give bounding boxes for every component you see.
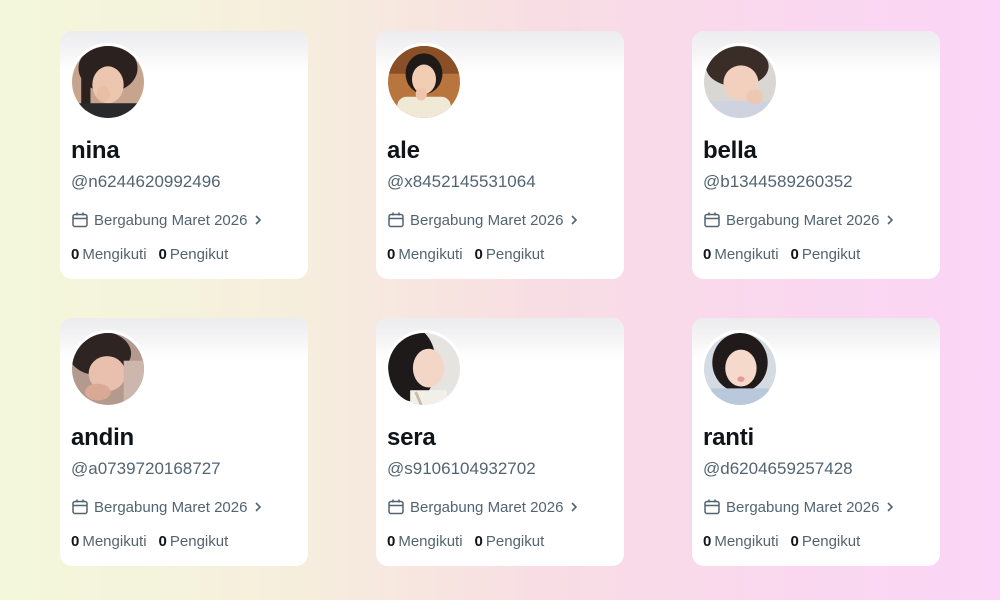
chevron-right-icon: [571, 502, 578, 512]
profile-handle: @n6244620992496: [71, 172, 221, 191]
followers-count: 0: [790, 533, 799, 550]
following-count: 0: [71, 533, 80, 550]
profile-card[interactable]: sera @s9106104932702 Bergabung Maret 202…: [376, 318, 624, 566]
joined-date-label: Bergabung Maret 2026: [410, 211, 564, 229]
profile-name[interactable]: ranti: [703, 424, 754, 452]
followers-label: Pengikut: [169, 533, 229, 550]
following-count: 0: [387, 246, 396, 263]
followers-count: 0: [158, 246, 167, 263]
calendar-icon: [72, 212, 88, 228]
joined-date-link[interactable]: Bergabung Maret 2026: [703, 211, 896, 229]
followers-label: Pengikut: [169, 246, 229, 263]
followers-stat[interactable]: 0 Pengikut: [159, 533, 229, 550]
profile-card[interactable]: ale @x8452145531064 Bergabung Maret 2026…: [376, 31, 624, 279]
followers-label: Pengikut: [801, 246, 861, 263]
followers-count: 0: [474, 533, 483, 550]
joined-date-label: Bergabung Maret 2026: [726, 498, 880, 516]
follow-stats: 0 Mengikuti 0 Pengikut: [71, 533, 228, 550]
follow-stats: 0 Mengikuti 0 Pengikut: [703, 533, 860, 550]
profile-card[interactable]: nina @n6244620992496 Bergabung Maret 202…: [60, 31, 308, 279]
profile-handle: @s9106104932702: [387, 459, 536, 478]
joined-date-link[interactable]: Bergabung Maret 2026: [71, 211, 264, 229]
joined-date-link[interactable]: Bergabung Maret 2026: [71, 498, 264, 516]
avatar[interactable]: [385, 43, 463, 121]
follow-stats: 0 Mengikuti 0 Pengikut: [387, 533, 544, 550]
joined-date-link[interactable]: Bergabung Maret 2026: [703, 498, 896, 516]
profile-card[interactable]: andin @a0739720168727 Bergabung Maret 20…: [60, 318, 308, 566]
following-stat[interactable]: 0 Mengikuti: [71, 533, 147, 550]
joined-date-label: Bergabung Maret 2026: [94, 498, 248, 516]
joined-date-link[interactable]: Bergabung Maret 2026: [387, 498, 580, 516]
followers-label: Pengikut: [801, 533, 861, 550]
follow-stats: 0 Mengikuti 0 Pengikut: [387, 246, 544, 263]
following-label: Mengikuti: [398, 533, 463, 550]
profile-name[interactable]: nina: [71, 137, 120, 165]
followers-label: Pengikut: [485, 533, 545, 550]
profile-handle: @b1344589260352: [703, 172, 853, 191]
following-label: Mengikuti: [82, 246, 147, 263]
following-stat[interactable]: 0 Mengikuti: [703, 246, 779, 263]
following-label: Mengikuti: [714, 533, 779, 550]
following-label: Mengikuti: [82, 533, 147, 550]
profile-handle: @a0739720168727: [71, 459, 221, 478]
following-stat[interactable]: 0 Mengikuti: [387, 533, 463, 550]
avatar[interactable]: [701, 43, 779, 121]
followers-count: 0: [790, 246, 799, 263]
joined-date-label: Bergabung Maret 2026: [94, 211, 248, 229]
followers-stat[interactable]: 0 Pengikut: [791, 246, 861, 263]
profile-name[interactable]: bella: [703, 137, 757, 165]
avatar[interactable]: [69, 330, 147, 408]
following-stat[interactable]: 0 Mengikuti: [703, 533, 779, 550]
calendar-icon: [72, 499, 88, 515]
profile-name[interactable]: andin: [71, 424, 134, 452]
follow-stats: 0 Mengikuti 0 Pengikut: [703, 246, 860, 263]
followers-count: 0: [158, 533, 167, 550]
following-count: 0: [71, 246, 80, 263]
chevron-right-icon: [887, 215, 894, 225]
followers-count: 0: [474, 246, 483, 263]
following-count: 0: [703, 246, 712, 263]
followers-stat[interactable]: 0 Pengikut: [475, 533, 545, 550]
profile-card[interactable]: bella @b1344589260352 Bergabung Maret 20…: [692, 31, 940, 279]
following-count: 0: [703, 533, 712, 550]
profile-handle: @d6204659257428: [703, 459, 853, 478]
followers-stat[interactable]: 0 Pengikut: [791, 533, 861, 550]
following-stat[interactable]: 0 Mengikuti: [387, 246, 463, 263]
followers-stat[interactable]: 0 Pengikut: [159, 246, 229, 263]
follow-stats: 0 Mengikuti 0 Pengikut: [71, 246, 228, 263]
following-stat[interactable]: 0 Mengikuti: [71, 246, 147, 263]
avatar[interactable]: [69, 43, 147, 121]
joined-date-label: Bergabung Maret 2026: [726, 211, 880, 229]
following-count: 0: [387, 533, 396, 550]
chevron-right-icon: [255, 215, 262, 225]
followers-label: Pengikut: [485, 246, 545, 263]
following-label: Mengikuti: [398, 246, 463, 263]
chevron-right-icon: [571, 215, 578, 225]
joined-date-link[interactable]: Bergabung Maret 2026: [387, 211, 580, 229]
chevron-right-icon: [255, 502, 262, 512]
chevron-right-icon: [887, 502, 894, 512]
profile-name[interactable]: sera: [387, 424, 436, 452]
avatar[interactable]: [701, 330, 779, 408]
profile-card[interactable]: ranti @d6204659257428 Bergabung Maret 20…: [692, 318, 940, 566]
calendar-icon: [388, 499, 404, 515]
calendar-icon: [388, 212, 404, 228]
following-label: Mengikuti: [714, 246, 779, 263]
calendar-icon: [704, 499, 720, 515]
avatar[interactable]: [385, 330, 463, 408]
profile-name[interactable]: ale: [387, 137, 420, 165]
followers-stat[interactable]: 0 Pengikut: [475, 246, 545, 263]
profile-handle: @x8452145531064: [387, 172, 536, 191]
joined-date-label: Bergabung Maret 2026: [410, 498, 564, 516]
calendar-icon: [704, 212, 720, 228]
